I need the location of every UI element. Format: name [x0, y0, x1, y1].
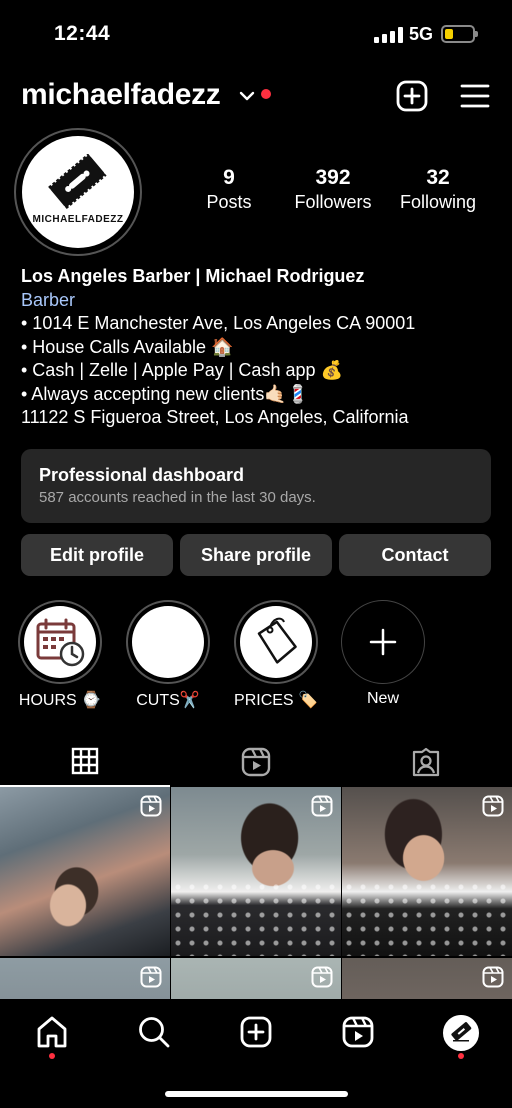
reel-icon: [311, 966, 333, 988]
grid-post[interactable]: [342, 787, 512, 956]
tab-reels[interactable]: [171, 737, 341, 787]
bio-line: • Cash | Zelle | Apple Pay | Cash app 💰: [21, 360, 343, 380]
highlight-label: New: [366, 690, 399, 707]
grid-post[interactable]: [171, 787, 341, 956]
stat-posts[interactable]: 9 Posts: [196, 166, 262, 213]
grid-icon: [71, 747, 99, 775]
status-bar: 12:44 5G: [0, 0, 512, 70]
menu-icon[interactable]: [459, 80, 491, 112]
highlight-cuts[interactable]: CUTS✂️: [125, 600, 211, 710]
stat-value: 9: [223, 166, 235, 189]
stat-value: 392: [315, 166, 351, 189]
address-link[interactable]: 11122 S Figueroa Street, Los Angeles, Ca…: [21, 406, 501, 430]
razor-blade-logo-icon: [48, 154, 107, 210]
create-post-icon[interactable]: [396, 80, 428, 112]
profile-bio: Los Angeles Barber | Michael Rodriguez B…: [21, 265, 501, 430]
reels-icon[interactable]: [341, 1015, 375, 1049]
stat-followers[interactable]: 392 Followers: [288, 166, 378, 213]
avatar-logo-text: MICHAELFADEZZ: [32, 214, 124, 225]
haircut-photo: [132, 606, 204, 678]
stat-label: Posts: [206, 192, 252, 212]
highlight-label: PRICES 🏷️: [234, 692, 318, 709]
reel-icon: [482, 795, 504, 817]
profile-tabs: [0, 737, 512, 787]
profile-header: michaelfadezz: [0, 72, 512, 120]
bio-line: • Always accepting new clients🤙🏻💈: [21, 383, 310, 404]
new-highlight-button[interactable]: New: [340, 600, 426, 708]
stat-label: Following: [399, 192, 477, 212]
reels-icon: [241, 747, 271, 777]
highlight-prices[interactable]: PRICES 🏷️: [233, 600, 319, 710]
bio-line: • 1014 E Manchester Ave, Los Angeles CA …: [21, 313, 416, 333]
username[interactable]: michaelfadezz: [21, 78, 221, 112]
reel-icon: [140, 795, 162, 817]
notification-dot: [458, 1053, 464, 1059]
notification-dot: [49, 1053, 55, 1059]
profile-avatar-icon[interactable]: [443, 1015, 479, 1051]
contact-button[interactable]: Contact: [339, 534, 491, 576]
notification-dot: [261, 89, 271, 99]
profile-avatar[interactable]: MICHAELFADEZZ: [14, 128, 142, 256]
grid-post[interactable]: [171, 958, 341, 999]
category-label: Barber: [21, 289, 76, 310]
stat-value: 32: [426, 166, 450, 189]
calendar-clock-icon: [36, 618, 85, 667]
network-label: 5G: [409, 24, 434, 44]
display-name: Los Angeles Barber | Michael Rodriguez: [21, 266, 365, 286]
tab-posts-grid[interactable]: [0, 737, 170, 787]
posts-grid: [0, 787, 512, 999]
highlight-hours[interactable]: HOURS ⌚: [17, 600, 103, 710]
tab-tagged[interactable]: [341, 737, 511, 787]
chevron-down-icon[interactable]: [237, 86, 257, 106]
home-indicator: [165, 1091, 348, 1097]
stat-following[interactable]: 32 Following: [394, 166, 482, 213]
home-icon[interactable]: [35, 1015, 69, 1049]
bio-line: • House Calls Available 🏠: [21, 336, 234, 357]
search-icon[interactable]: [137, 1015, 171, 1049]
tagged-user-icon: [412, 747, 440, 777]
signal-icon: [374, 27, 404, 43]
share-profile-button[interactable]: Share profile: [180, 534, 332, 576]
price-tag-icon: [257, 617, 297, 664]
grid-post[interactable]: [0, 958, 170, 999]
grid-post[interactable]: [342, 958, 512, 999]
dashboard-title: Professional dashboard: [39, 465, 245, 485]
edit-profile-button[interactable]: Edit profile: [21, 534, 173, 576]
highlight-label: HOURS ⌚: [18, 692, 102, 709]
battery-icon: [441, 25, 478, 43]
dashboard-subtitle: 587 accounts reached in the last 30 days…: [39, 489, 316, 506]
highlight-label: CUTS✂️: [136, 692, 200, 709]
reel-icon: [482, 966, 504, 988]
create-icon[interactable]: [239, 1015, 273, 1049]
grid-post[interactable]: [0, 787, 170, 956]
reel-icon: [140, 966, 162, 988]
status-time: 12:44: [54, 22, 111, 45]
bottom-navigation: [0, 999, 512, 1108]
plus-icon: [369, 628, 397, 656]
razor-blade-logo-icon: [451, 1022, 472, 1042]
stat-label: Followers: [294, 192, 372, 212]
professional-dashboard[interactable]: Professional dashboard 587 accounts reac…: [21, 449, 491, 523]
reel-icon: [311, 795, 333, 817]
